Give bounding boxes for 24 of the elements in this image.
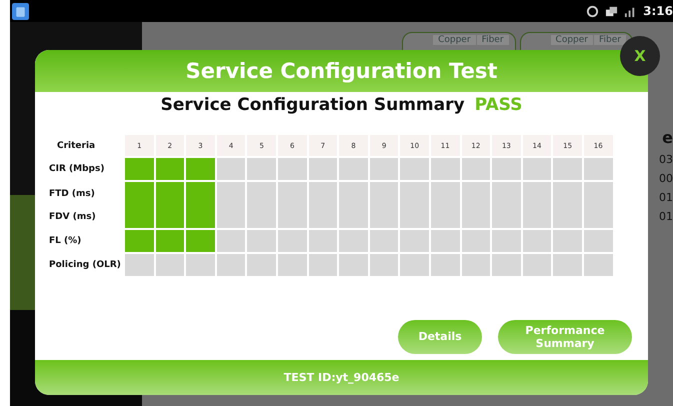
criteria-label: Policing (OLR) bbox=[49, 260, 121, 270]
data-icon bbox=[605, 4, 618, 18]
criteria-label: FTD (ms) bbox=[49, 188, 95, 198]
port-tab[interactable]: Fiber bbox=[476, 35, 509, 45]
criteria-header: Criteria bbox=[56, 140, 96, 152]
criteria-label: CIR (Mbps) bbox=[49, 164, 104, 174]
port-tab[interactable]: Copper bbox=[550, 35, 594, 45]
port-tab[interactable]: Copper bbox=[433, 35, 476, 45]
value-text: 01 bbox=[659, 210, 673, 223]
dialog-button[interactable]: Performance Summary bbox=[498, 320, 632, 354]
value-text: e bbox=[662, 128, 673, 147]
dialog-button[interactable]: Details bbox=[398, 320, 482, 354]
app-icon bbox=[12, 2, 29, 20]
criteria-label: FDV (ms) bbox=[49, 212, 96, 222]
value-text: 01 bbox=[659, 191, 673, 204]
value-text: 03 bbox=[659, 153, 673, 166]
test-id: TEST ID:yt_90465e bbox=[284, 371, 400, 384]
criteria-label: FL (%) bbox=[49, 236, 82, 246]
result-status: PASS bbox=[474, 95, 522, 115]
value-text: 00 bbox=[659, 172, 673, 185]
port-tab[interactable]: Fiber bbox=[594, 35, 626, 45]
clock-time: 3:16 bbox=[643, 4, 673, 18]
summary-title: Service Configuration Summary bbox=[160, 95, 465, 115]
dialog-title: Service Configuration Test bbox=[186, 59, 498, 83]
